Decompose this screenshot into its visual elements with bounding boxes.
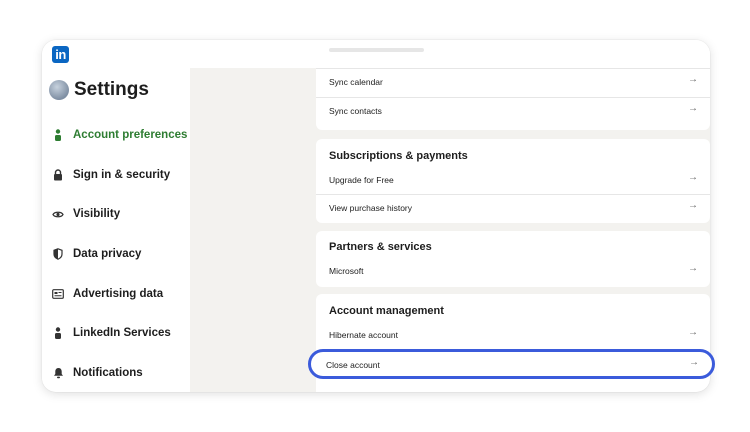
sidebar: Settings Account preferences Sign in & s…: [42, 68, 190, 392]
person-icon: [52, 327, 64, 339]
arrow-right-icon: →: [688, 172, 698, 183]
sidebar-item-linkedin-services[interactable]: LinkedIn Services: [52, 327, 171, 339]
row-label: Microsoft: [329, 266, 364, 276]
row-label: Hibernate account: [329, 330, 398, 340]
settings-header: Settings: [49, 79, 149, 101]
sidebar-item-notifications[interactable]: Notifications: [52, 367, 143, 379]
sidebar-item-label: Data privacy: [73, 248, 142, 260]
card-title: Subscriptions & payments: [329, 150, 468, 162]
bell-icon: [52, 367, 64, 379]
avatar[interactable]: [49, 80, 69, 100]
row-label: Sync calendar: [329, 77, 383, 87]
sidebar-item-label: Visibility: [73, 208, 121, 220]
microsoft-row[interactable]: Microsoft →: [316, 257, 710, 285]
person-icon: [52, 129, 64, 141]
page-title: Settings: [74, 79, 149, 100]
card-title: Account management: [329, 305, 444, 317]
sync-contacts-row[interactable]: Sync contacts →: [316, 97, 710, 125]
close-account-row[interactable]: Close account →: [308, 349, 715, 379]
arrow-right-icon: →: [688, 263, 698, 274]
arrow-right-icon: →: [689, 357, 699, 368]
subscriptions-payments-card: Subscriptions & payments Upgrade for Fre…: [316, 139, 710, 223]
arrow-right-icon: →: [688, 327, 698, 338]
sync-card: Sync calendar → Sync contacts →: [316, 40, 710, 130]
eye-icon: [52, 208, 64, 220]
hibernate-account-row[interactable]: Hibernate account →: [316, 321, 710, 349]
row-label: Close account: [326, 360, 380, 370]
sidebar-item-visibility[interactable]: Visibility: [52, 208, 120, 220]
sidebar-item-label: Notifications: [73, 367, 143, 379]
partners-services-card: Partners & services Microsoft →: [316, 231, 710, 287]
sidebar-item-advertising-data[interactable]: Advertising data: [52, 288, 163, 300]
arrow-right-icon: →: [688, 74, 698, 85]
row-label: Upgrade for Free: [329, 175, 394, 185]
arrow-right-icon: →: [688, 200, 698, 211]
sidebar-item-label: Sign in & security: [73, 169, 171, 181]
card-title: Partners & services: [329, 241, 432, 253]
row-label: Sync contacts: [329, 106, 382, 116]
settings-window: in Settings Account preferences Sign in …: [42, 40, 710, 392]
newspaper-icon: [52, 288, 64, 300]
lock-icon: [52, 169, 64, 181]
shield-icon: [52, 248, 64, 260]
sidebar-item-label: LinkedIn Services: [73, 327, 171, 339]
arrow-right-icon: →: [688, 103, 698, 114]
clipped-card-title: [329, 48, 424, 52]
view-purchase-history-row[interactable]: View purchase history →: [316, 194, 710, 222]
sidebar-item-label: Advertising data: [73, 288, 164, 300]
row-label: View purchase history: [329, 203, 412, 213]
linkedin-logo[interactable]: in: [52, 46, 69, 63]
sidebar-item-data-privacy[interactable]: Data privacy: [52, 248, 141, 260]
sidebar-item-sign-in-security[interactable]: Sign in & security: [52, 169, 170, 181]
sync-calendar-row[interactable]: Sync calendar →: [316, 68, 710, 96]
sidebar-item-account-preferences[interactable]: Account preferences: [52, 129, 187, 141]
upgrade-for-free-row[interactable]: Upgrade for Free →: [316, 166, 710, 194]
sidebar-item-label: Account preferences: [73, 129, 188, 141]
